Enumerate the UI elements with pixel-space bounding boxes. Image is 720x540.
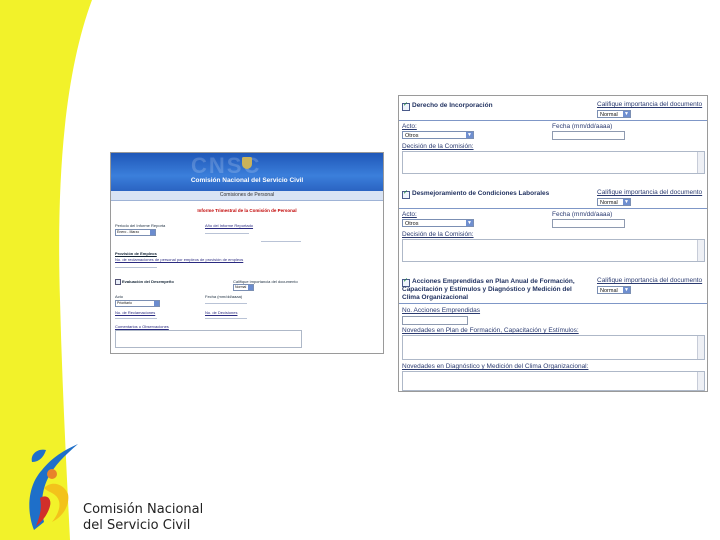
incorporation-importance-label: Califique importancia del documento [597,101,703,108]
scrollbar[interactable] [697,336,704,359]
incorporation-date-input[interactable] [552,131,625,140]
form-screenshot-left: CNSC Comisión Nacional del Servicio Civi… [110,152,384,354]
training-section-title-line2: Capacitación y Estímulos y Diagnóstico y… [402,286,572,293]
decision-count-label: No. de Decisiones [205,310,238,315]
conditions-date-label: Fecha (mm/dd/aaaa) [552,211,613,218]
organization-name-line2: del Servicio Civil [83,518,191,533]
comments-textarea[interactable] [115,330,302,348]
training-importance-label: Califique importancia del documento [597,277,703,284]
conditions-importance-select[interactable]: Normal ▼ [597,198,631,206]
scrollbar[interactable] [697,152,704,173]
year-input-line[interactable] [205,233,249,234]
incorporation-decision-textarea[interactable] [402,151,705,174]
chevron-down-icon: ▼ [623,199,630,205]
climate-news-textarea[interactable] [402,371,705,391]
section-divider [399,208,707,209]
provision-section-title: Provisión de Empleos [115,251,157,256]
incorporation-importance-value: Normal [600,112,618,118]
conditions-act-label: Acto: [402,211,417,218]
incorporation-act-select[interactable]: Otros ▼ [402,131,474,139]
conditions-decision-label: Decisión de la Comisión: [402,231,474,238]
actions-count-input[interactable] [402,316,468,325]
cnsc-logo-icon [29,444,78,530]
conditions-act-select[interactable]: Otros ▼ [402,219,474,227]
comments-label: Comentarios u Observaciones [115,324,169,329]
training-section-title-line3: Clima Organizacional [402,294,469,301]
training-importance-select[interactable]: Normal ▼ [597,286,631,294]
report-title: Informe Trimestral de la Comisión de Per… [197,208,297,213]
eval-section-title: Evaluación del Desempeño [122,279,174,284]
eval-importance-select[interactable]: Normal [233,284,254,291]
chevron-down-icon: ▼ [623,287,630,293]
extra-input-line[interactable] [261,241,301,242]
incorporation-section-title: Derecho de Incorporación [412,102,493,109]
scrollbar[interactable] [697,240,704,261]
eval-checkbox[interactable] [115,279,121,285]
form-screenshot-right: Derecho de Incorporación Califique impor… [398,95,708,392]
page-subtitle: Comisiones de Personal [219,192,275,198]
conditions-date-input[interactable] [552,219,625,228]
eval-date-label: Fecha (mm/dd/aaaa) [205,294,243,299]
provision-count-input[interactable] [115,267,157,268]
training-section-title-line1: Acciones Emprendidas en Plan Anual de Fo… [412,278,575,285]
year-label: Año del Informe Reportado [205,223,254,228]
decision-count-input[interactable] [205,318,247,319]
conditions-decision-textarea[interactable] [402,239,705,262]
chevron-down-icon: ▼ [466,220,473,226]
eval-date-input[interactable] [205,303,247,304]
section-divider [399,120,707,121]
incorporation-decision-label: Decisión de la Comisión: [402,143,474,150]
period-select[interactable]: Enero - Marzo [115,229,156,236]
conditions-importance-label: Califique importancia del documento [597,189,703,196]
app-title: Comisión Nacional del Servicio Civil [190,177,304,184]
section-divider [399,303,707,304]
incorporation-act-label: Acto: [402,123,417,130]
conditions-checkbox[interactable] [402,189,410,199]
training-news-label: Novedades en Plan de Formación, Capacita… [402,327,579,334]
provision-count-label: No. de reclamaciones de personal por emp… [115,257,244,262]
crest-icon [242,157,252,169]
incorporation-importance-select[interactable]: Normal ▼ [597,110,631,118]
eval-act-select[interactable]: Prioritario [115,300,160,307]
chevron-down-icon: ▼ [623,111,630,117]
conditions-section-title: Desmejoramiento de Condiciones Laborales [412,190,550,197]
training-importance-value: Normal [600,288,618,294]
reclam-count-input[interactable] [115,318,157,319]
climate-news-label: Novedades en Diagnóstico y Medición del … [402,363,589,370]
conditions-act-value: Otros [405,221,419,227]
organization-name: Comisión Nacional del Servicio Civil [83,502,203,534]
incorporation-date-label: Fecha (mm/dd/aaaa) [552,123,613,130]
actions-count-label: No. Acciones Emprendidas [402,307,481,314]
eval-act-label: Acto [115,294,124,299]
period-label: Periodo del Informe Reporta [115,223,166,228]
conditions-importance-value: Normal [600,200,618,206]
incorporation-act-value: Otros [405,133,419,139]
training-news-textarea[interactable] [402,335,705,360]
chevron-down-icon: ▼ [466,132,473,138]
incorporation-checkbox[interactable] [402,101,410,111]
reclam-count-label: No. de Reclamaciones [115,310,156,315]
organization-name-line1: Comisión Nacional [83,502,204,517]
scrollbar[interactable] [697,372,704,390]
